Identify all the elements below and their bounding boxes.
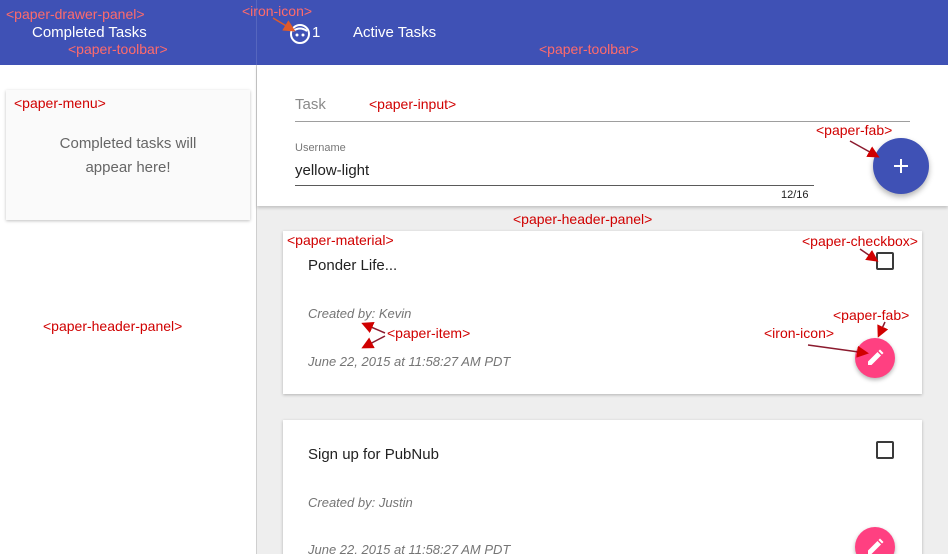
annotation-header-panel-drawer: <paper-header-panel> (43, 318, 183, 334)
drawer-toolbar-title: Completed Tasks (32, 24, 147, 41)
task-date: June 22, 2015 at 11:58:27 AM PDT (308, 354, 511, 369)
task-title: Ponder Life... (308, 257, 398, 274)
annotation-paper-checkbox: <paper-checkbox> (802, 233, 918, 249)
task-created-by: Created by: Justin (308, 495, 413, 510)
add-task-button[interactable] (873, 138, 929, 194)
annotation-paper-material: <paper-material> (287, 232, 394, 248)
empty-state-line-2: appear here! (85, 159, 171, 176)
task-created-by: Created by: Kevin (308, 306, 412, 321)
char-counter: 12/16 (781, 189, 809, 201)
edit-icon (868, 538, 884, 554)
annotation-iron-icon: <iron-icon> (242, 3, 313, 19)
empty-state-message: Completed tasks will appear here! (6, 132, 250, 180)
annotation-paper-fab-card: <paper-fab> (833, 307, 910, 323)
main-toolbar-title: Active Tasks (353, 24, 437, 41)
annotation-paper-item: <paper-item> (387, 325, 471, 341)
face-icon[interactable] (289, 23, 311, 45)
task-checkbox[interactable] (876, 252, 894, 270)
username-input[interactable]: yellow-light (295, 162, 369, 179)
add-icon (894, 159, 908, 173)
edit-task-button[interactable] (855, 338, 895, 378)
task-input[interactable]: Task (295, 96, 326, 113)
annotation-iron-icon-card: <iron-icon> (764, 325, 835, 341)
task-title: Sign up for PubNub (308, 446, 439, 463)
annotation-drawer-panel: <paper-drawer-panel> (6, 6, 145, 22)
task-date: June 22, 2015 at 11:58:27 AM PDT (308, 542, 511, 554)
task-card (283, 420, 922, 554)
username-label: Username (295, 142, 346, 154)
username-input-underline (295, 185, 814, 186)
task-checkbox[interactable] (876, 441, 894, 459)
annotation-header-panel-main: <paper-header-panel> (513, 211, 653, 227)
empty-state-line-1: Completed tasks will (59, 135, 197, 152)
annotation-toolbar-left: <paper-toolbar> (68, 41, 168, 57)
annotation-paper-fab-top: <paper-fab> (816, 122, 893, 138)
annotation-paper-input: <paper-input> (369, 96, 457, 112)
task-count: 1 (312, 24, 321, 41)
annotation-toolbar-right: <paper-toolbar> (539, 41, 639, 57)
annotation-paper-menu: <paper-menu> (14, 95, 106, 111)
edit-icon (868, 349, 884, 365)
